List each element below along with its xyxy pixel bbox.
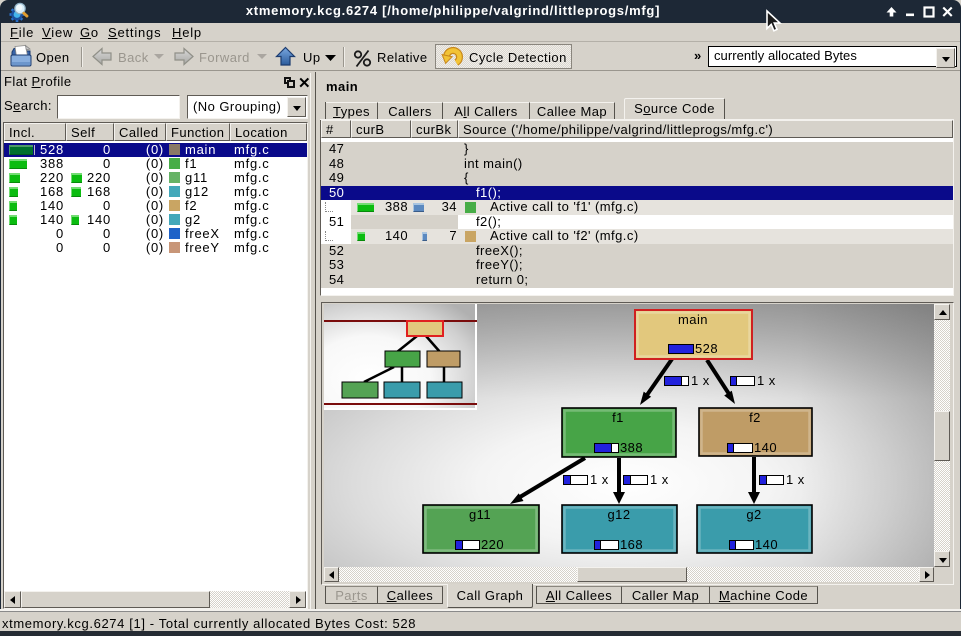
svg-text:168: 168: [620, 537, 643, 552]
svg-text:528: 528: [695, 341, 718, 356]
svg-text:1 x: 1 x: [786, 472, 805, 487]
svg-text:main: main: [678, 312, 708, 327]
svg-text:140: 140: [754, 440, 777, 455]
svg-text:1 x: 1 x: [691, 373, 710, 388]
svg-text:388: 388: [620, 440, 643, 455]
svg-text:g2: g2: [746, 507, 761, 522]
svg-text:f2: f2: [749, 410, 761, 425]
svg-text:220: 220: [481, 537, 504, 552]
svg-text:140: 140: [755, 537, 778, 552]
svg-text:g12: g12: [607, 507, 630, 522]
svg-text:1 x: 1 x: [650, 472, 669, 487]
svg-text:f1: f1: [612, 410, 624, 425]
svg-text:1 x: 1 x: [590, 472, 609, 487]
svg-text:1 x: 1 x: [757, 373, 776, 388]
svg-text:g11: g11: [469, 507, 491, 522]
